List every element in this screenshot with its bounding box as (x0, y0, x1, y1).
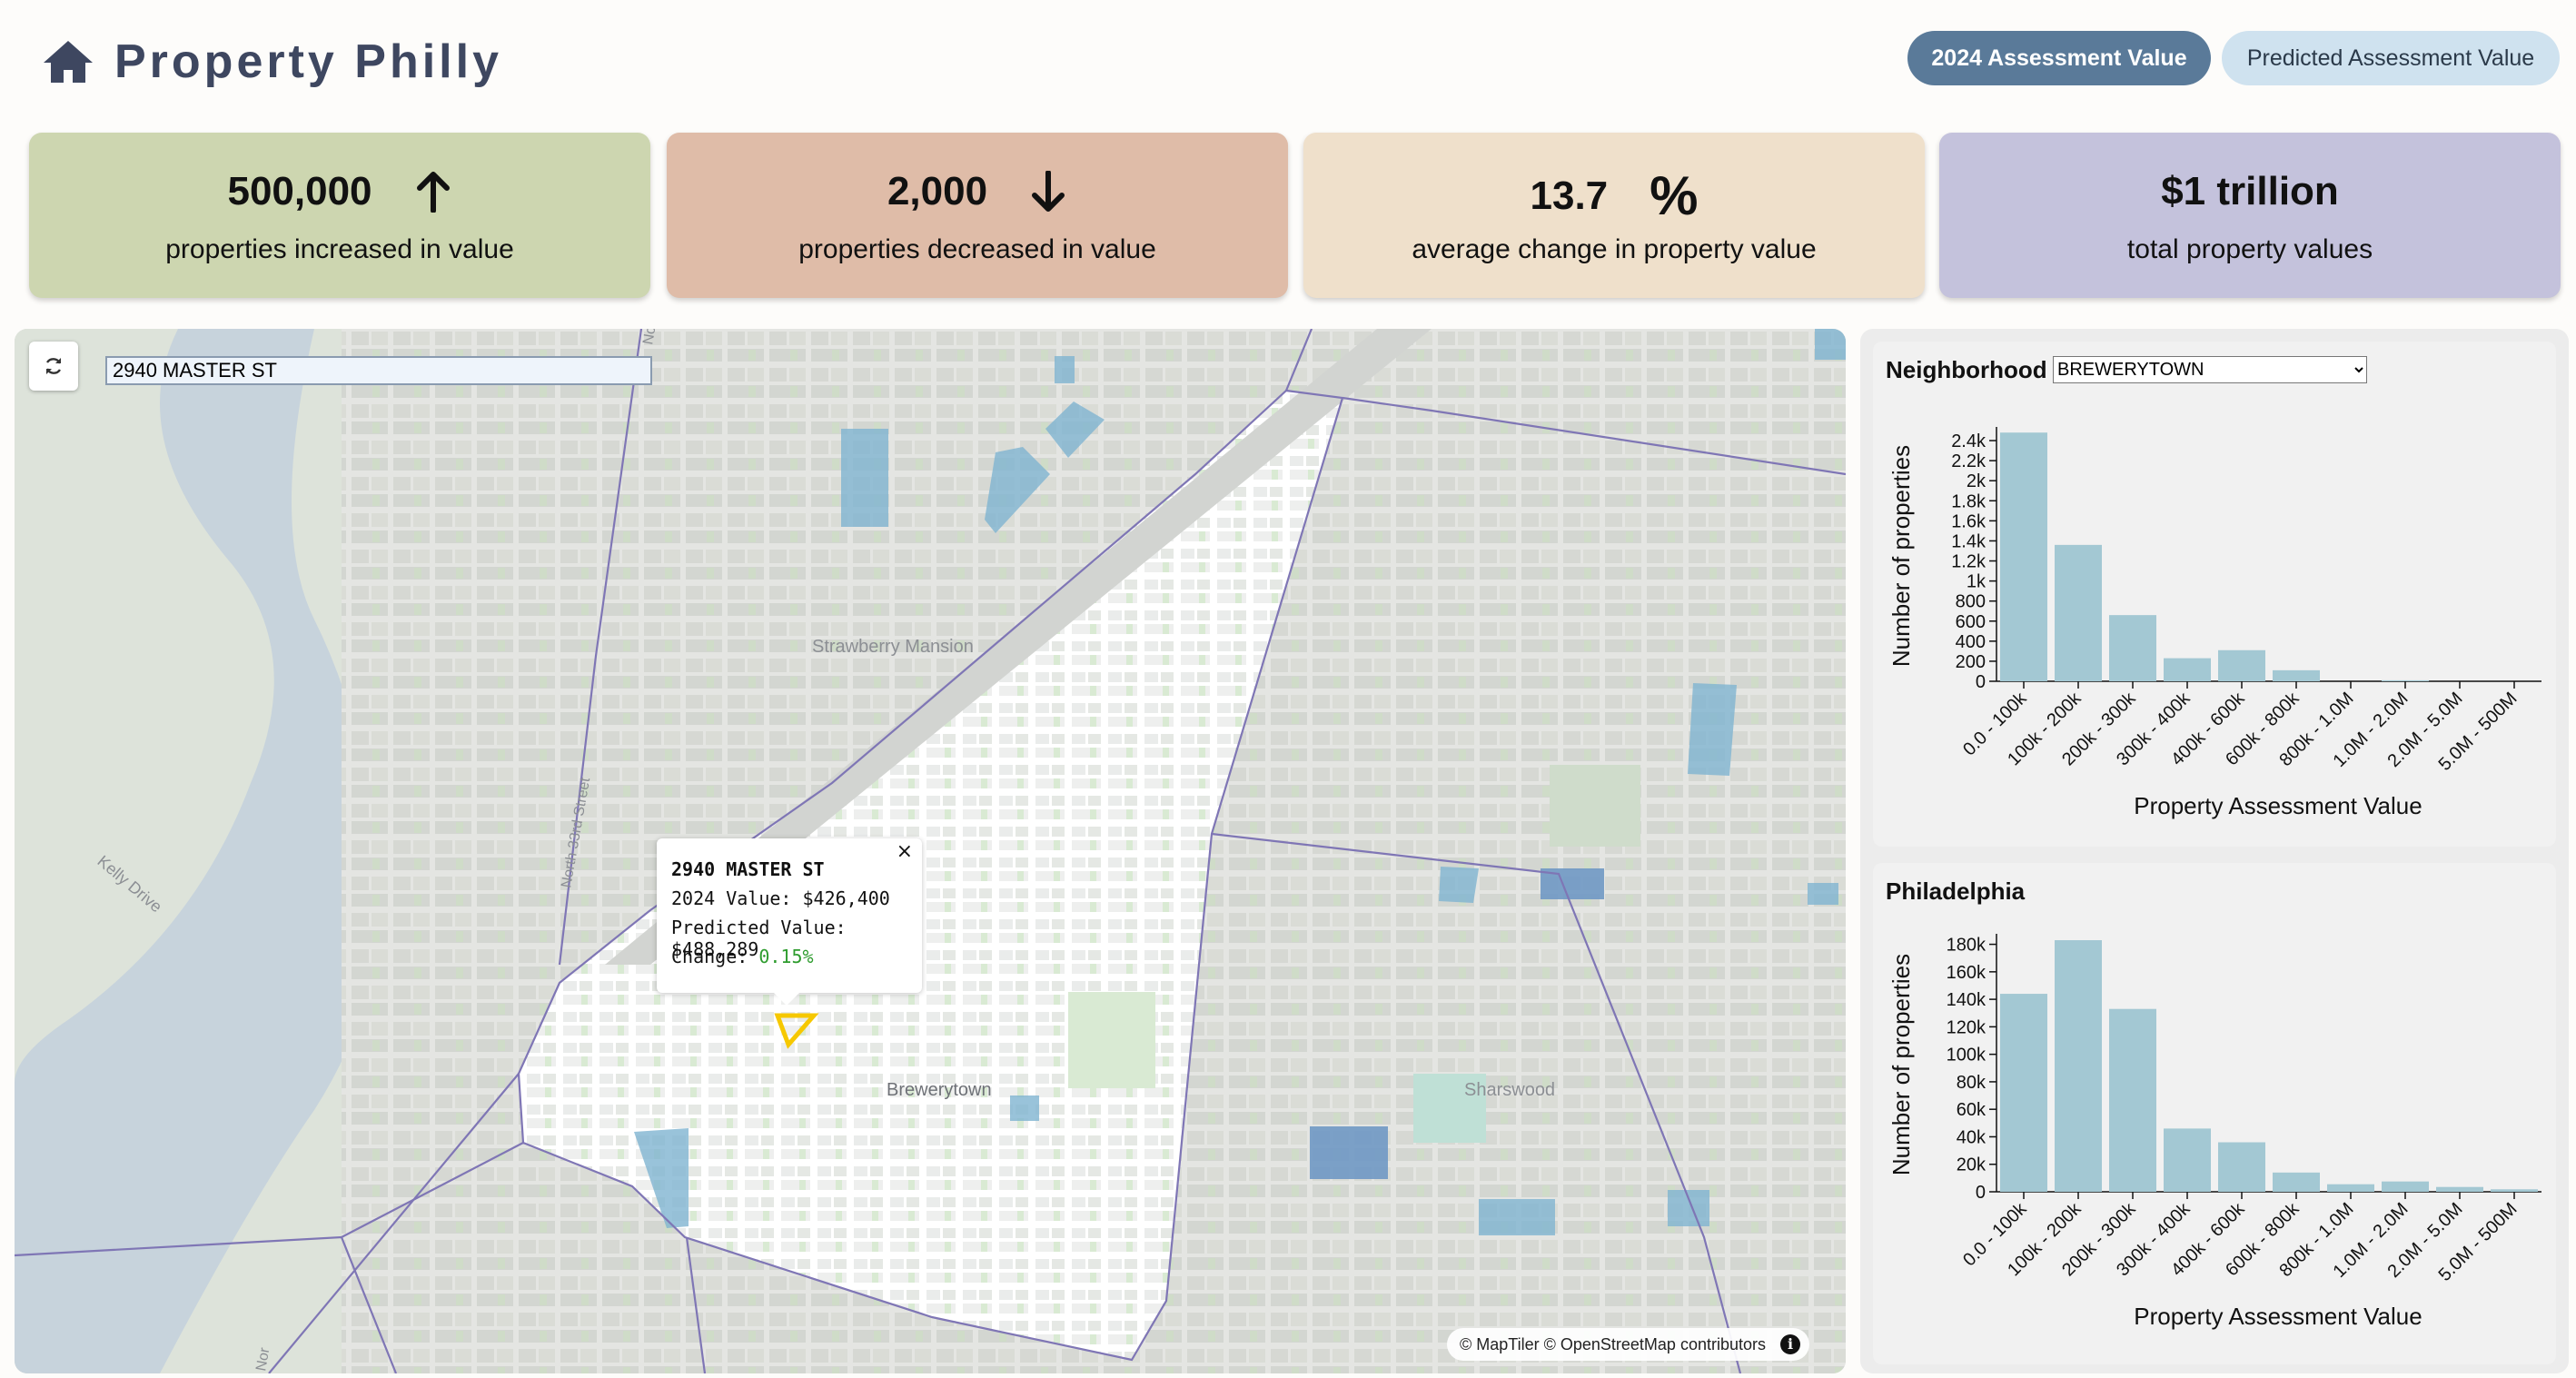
histogram-bar[interactable] (2327, 1184, 2374, 1192)
attribution-text: © MapTiler © OpenStreetMap contributors (1460, 1335, 1766, 1353)
y-tick-label: 1.6k (1951, 511, 1986, 531)
info-icon[interactable]: i (1780, 1334, 1800, 1354)
histogram-bar[interactable] (2218, 649, 2265, 681)
histogram-bar[interactable] (2000, 432, 2047, 681)
neighborhood-histogram: 02004006008001k1.2k1.4k1.6k1.8k2k2.2k2.4… (1887, 427, 2541, 819)
address-search-input[interactable] (105, 356, 652, 385)
popup-predicted-label: Predicted Value: (671, 917, 847, 938)
stat-label: average change in property value (1412, 234, 1817, 264)
y-tick-label: 2k (1967, 471, 1986, 491)
neighborhood-select[interactable]: BREWERYTOWN (2053, 356, 2367, 383)
y-tick-label: 140k (1947, 990, 1986, 1010)
histogram-bar[interactable] (2164, 658, 2211, 681)
brand: Property Philly (42, 35, 502, 89)
stat-card-total-value: $1 trillion total property values (1939, 133, 2561, 298)
stat-value: $1 trillion (2161, 169, 2339, 213)
popup-close-button[interactable]: × (897, 840, 913, 863)
histogram-bar[interactable] (2273, 1172, 2320, 1192)
map-attribution: © MapTiler © OpenStreetMap contributors … (1447, 1328, 1809, 1361)
property-popup: × 2940 MASTER ST 2024 Value: $426,400 Pr… (657, 838, 922, 993)
y-tick-label: 400 (1956, 632, 1986, 652)
y-tick-label: 60k (1957, 1100, 1986, 1120)
philadelphia-chart-panel: Philadelphia 0 20k 40k 60k 80k 100k 120k 140k 16… (1873, 863, 2556, 1364)
y-tick-label: 1k (1967, 572, 1986, 592)
histogram-bar[interactable] (2273, 669, 2320, 681)
histogram-bar[interactable] (2055, 544, 2102, 681)
philadelphia-histogram: 020k40k60k80k100k120k140k160k180k0.0 - 1… (1887, 934, 2541, 1330)
y-tick-label: 200 (1956, 652, 1986, 672)
arrow-up-icon (416, 172, 450, 213)
histogram-bar[interactable] (2055, 940, 2102, 1192)
y-tick-label: 600 (1956, 612, 1986, 632)
map-label-brewerytown: Brewerytown (887, 1080, 992, 1100)
histogram-bar[interactable] (2109, 1008, 2156, 1192)
app-title: Property Philly (114, 35, 502, 88)
y-tick-label: 0 (1976, 1183, 1986, 1203)
y-tick-label: 1.8k (1951, 491, 1986, 511)
popup-value: $426,400 (802, 887, 890, 909)
home-icon (44, 41, 93, 83)
y-tick-label: 180k (1947, 936, 1986, 956)
y-tick-label: 1.2k (1951, 552, 1986, 572)
y-tick-label: 100k (1947, 1046, 1986, 1066)
y-tick-label: 160k (1947, 963, 1986, 983)
histogram-bar[interactable] (2109, 615, 2156, 681)
y-tick-label: 1.4k (1951, 531, 1986, 551)
popup-change-label: Change: (671, 946, 748, 967)
y-tick-label: 2.2k (1951, 451, 1986, 471)
stat-card-increased: 500,000 properties increased in value (29, 133, 650, 298)
y-axis-title: Number of properties (1887, 954, 1915, 1175)
y-tick-label: 80k (1957, 1073, 1986, 1093)
y-tick-label: 0 (1976, 672, 1986, 692)
map-canvas[interactable]: Strawberry Mansion Brewerytown Sharswood… (15, 329, 1846, 1373)
stat-label: properties increased in value (165, 234, 514, 264)
y-tick-label: 800 (1956, 592, 1986, 612)
refresh-icon (45, 358, 62, 374)
popup-value-label: 2024 Value: (671, 887, 792, 909)
toggle-2024-assessment[interactable]: 2024 Assessment Value (1907, 31, 2211, 85)
y-tick-label: 120k (1947, 1017, 1986, 1037)
stat-value: 500,000 (227, 169, 372, 213)
stat-label: properties decreased in value (798, 234, 1156, 264)
popup-address: 2940 MASTER ST (671, 858, 825, 880)
histogram-bar[interactable] (2000, 994, 2047, 1192)
neighborhood-chart-panel: Neighborhood 0 200 400 600 800 1k 1.2k 1.4k 1.6k… (1873, 342, 2556, 847)
histogram-bar[interactable] (2218, 1142, 2265, 1192)
map-reset-button[interactable] (29, 342, 78, 391)
stat-label: total property values (2126, 234, 2373, 264)
popup-change-value: 0.15% (758, 946, 814, 967)
popup-2024-value-row: 2024 Value: $426,400 (671, 887, 890, 909)
y-tick-label: 20k (1957, 1155, 1986, 1175)
histogram-bar[interactable] (2491, 1189, 2538, 1192)
x-axis-title: Property Assessment Value (2134, 1303, 2422, 1330)
chart-sidebar: Neighborhood 0 200 400 600 800 1k 1.2k 1.4k 1.6k… (1860, 329, 2569, 1373)
stat-value: 13.7 (1530, 173, 1609, 218)
y-tick-label: 40k (1957, 1127, 1986, 1147)
histogram-bar[interactable] (2382, 679, 2429, 681)
stat-card-average-change: 13.7 % average change in property value (1303, 133, 1925, 298)
y-axis-title: Number of properties (1887, 445, 1915, 667)
x-axis-title: Property Assessment Value (2134, 792, 2422, 819)
popup-change-row: Change: 0.15% (671, 946, 814, 967)
map-label-strawberry-mansion: Strawberry Mansion (812, 637, 974, 657)
arrow-down-icon (1032, 171, 1065, 212)
stat-value: 2,000 (887, 169, 988, 213)
stat-card-decreased: 2,000 properties decreased in value (667, 133, 1288, 298)
y-tick-label: 2.4k (1951, 431, 1986, 451)
toggle-predicted-assessment[interactable]: Predicted Assessment Value (2222, 31, 2560, 85)
histogram-bar[interactable] (2164, 1128, 2211, 1192)
property-map[interactable]: Strawberry Mansion Brewerytown Sharswood… (15, 329, 1846, 1373)
popup-pointer (774, 993, 799, 1006)
histogram-bar[interactable] (2436, 1186, 2483, 1192)
histogram-bar[interactable] (2382, 1181, 2429, 1192)
percent-icon: % (1650, 165, 1699, 226)
map-label-sharswood: Sharswood (1464, 1080, 1555, 1100)
